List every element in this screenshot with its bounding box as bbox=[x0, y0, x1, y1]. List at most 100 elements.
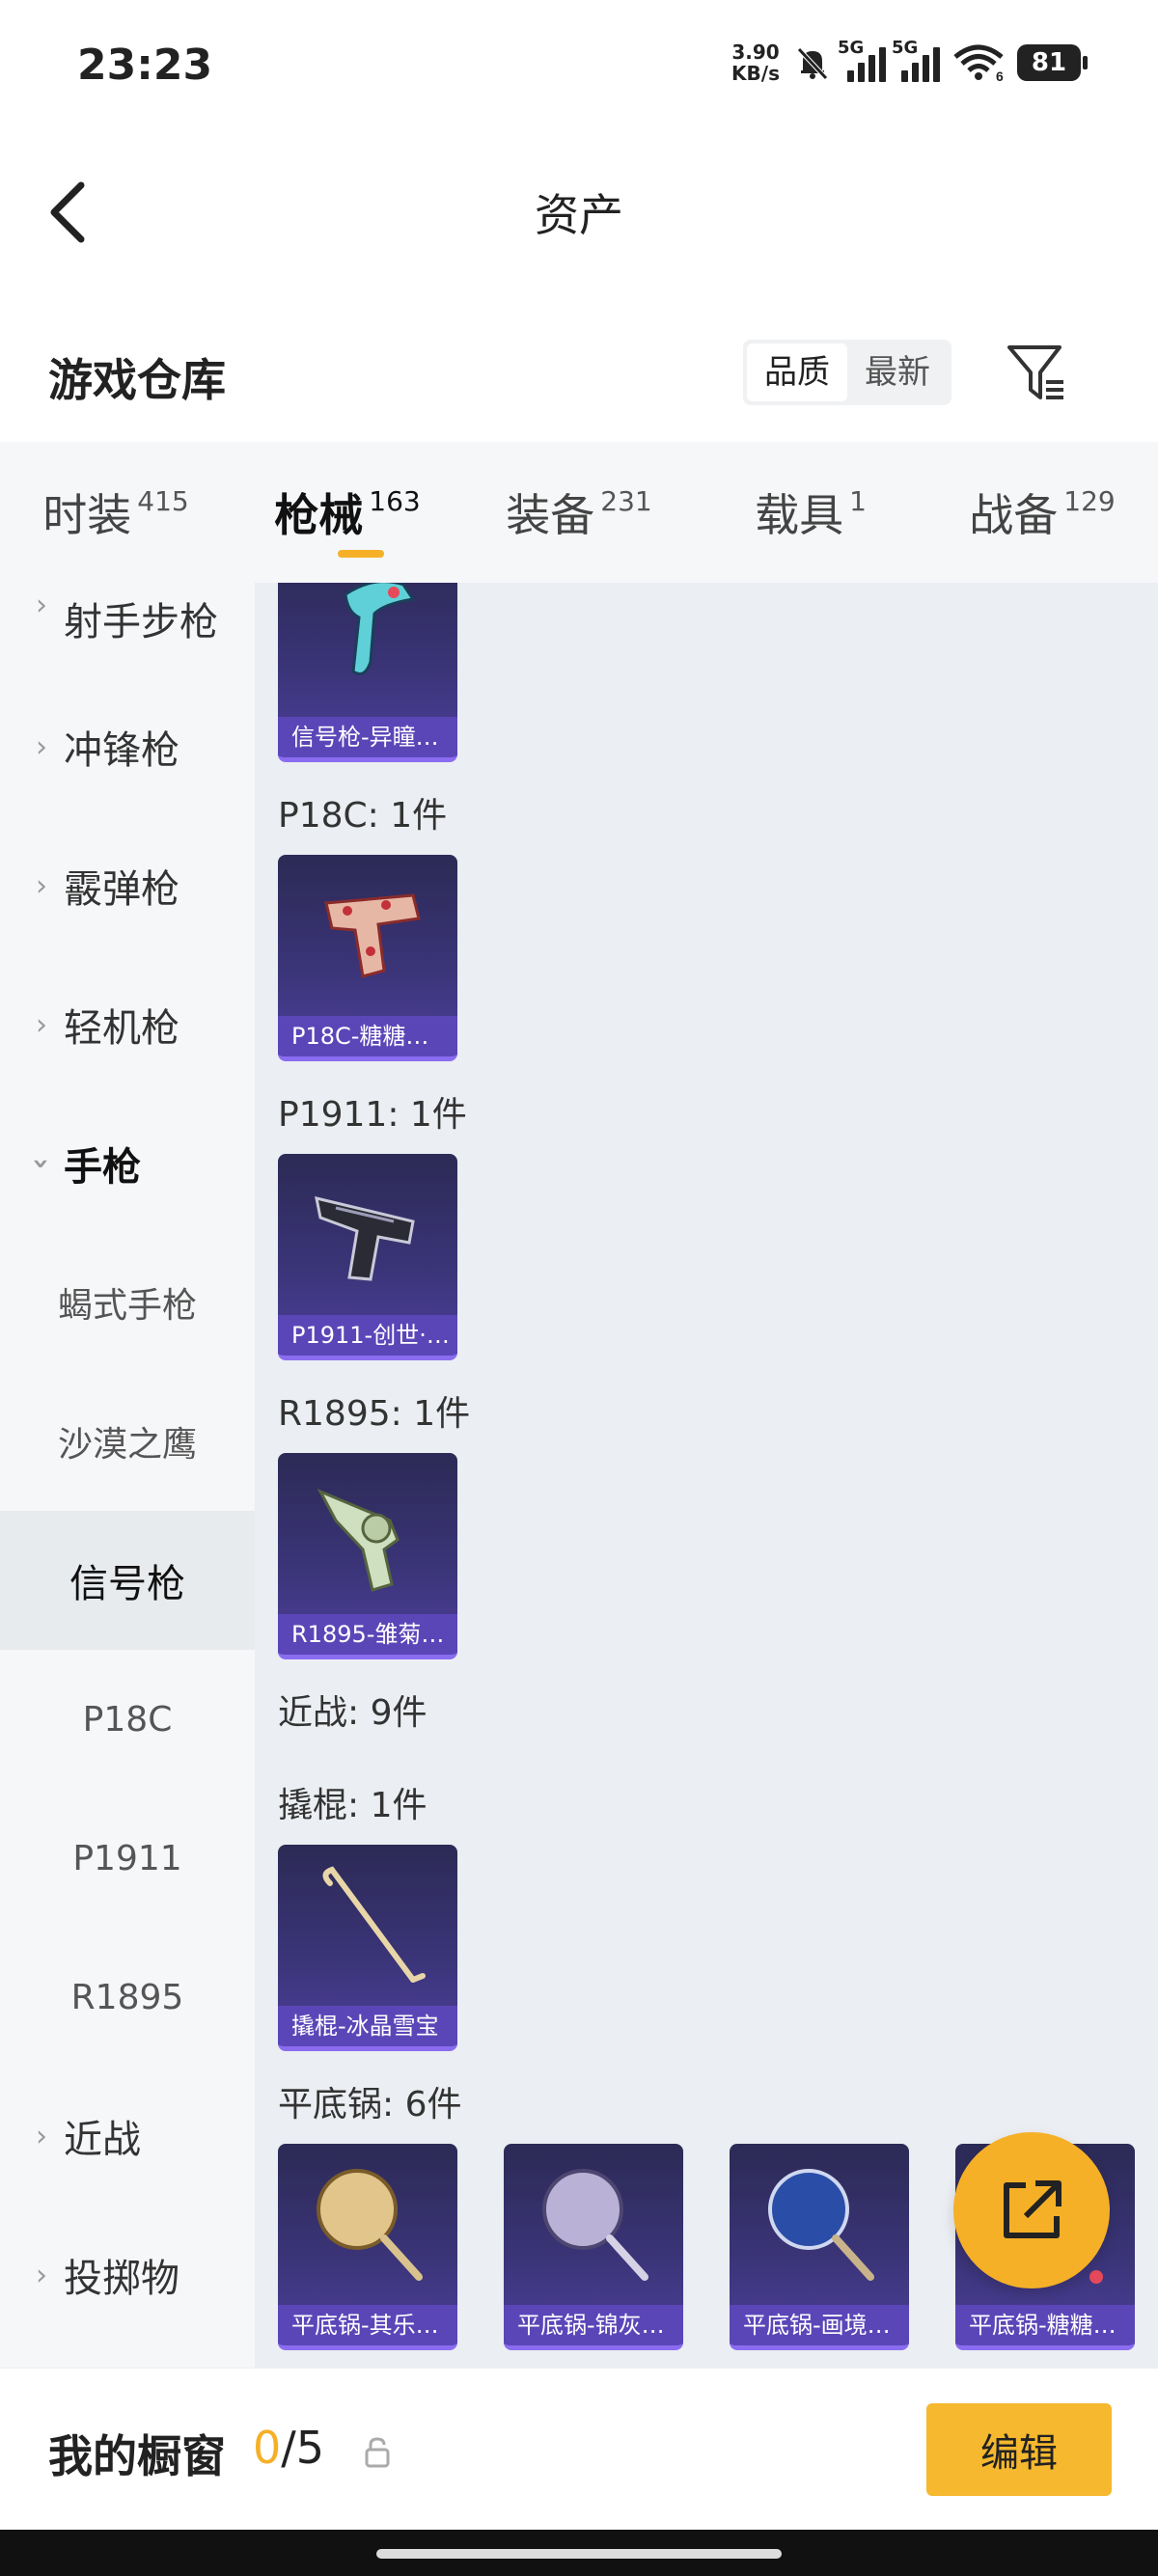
section-label-pan: 平底锅: 6件 bbox=[278, 2085, 462, 2124]
chevron-down-icon: › bbox=[24, 1157, 59, 1170]
sidebar-item-p18c[interactable]: P18C bbox=[0, 1650, 255, 1789]
item-card-name: 信号枪-异瞳… bbox=[278, 717, 457, 757]
tab-firearms[interactable]: 枪械 163 bbox=[232, 442, 463, 583]
frying-pan-icon bbox=[768, 2169, 874, 2281]
tab-fashion[interactable]: 时装 415 bbox=[0, 442, 232, 583]
item-card-name: 平底锅-锦灰… bbox=[504, 2305, 683, 2345]
sidebar-item-label: 霰弹枪 bbox=[64, 867, 179, 912]
frying-pan-icon bbox=[542, 2169, 648, 2281]
sidebar-item-r1895[interactable]: R1895 bbox=[0, 1928, 255, 2067]
sidebar-item-label: 射手步枪 bbox=[64, 600, 218, 644]
sidebar-item-desert-eagle[interactable]: 沙漠之鹰 bbox=[0, 1372, 255, 1511]
warehouse-title: 游戏仓库 bbox=[48, 354, 226, 406]
item-card-name: 平底锅-画境… bbox=[730, 2305, 909, 2345]
item-card[interactable]: R1895-雏菊… bbox=[278, 1453, 457, 1659]
chevron-right-icon: › bbox=[36, 729, 47, 764]
item-card[interactable]: 平底锅-画境… bbox=[730, 2144, 909, 2350]
sidebar-item-shotgun[interactable]: › 霰弹枪 bbox=[0, 816, 255, 955]
wifi-icon: 6 bbox=[953, 44, 1004, 82]
sidebar-item-label: R1895 bbox=[70, 1977, 184, 2017]
item-card[interactable]: 平底锅-锦灰… bbox=[504, 2144, 683, 2350]
item-card[interactable]: 信号枪-异瞳… bbox=[278, 583, 457, 762]
sidebar-item-label: 手枪 bbox=[64, 1145, 141, 1190]
chevron-right-icon: › bbox=[36, 2258, 47, 2292]
item-card-name: P18C-糖糖… bbox=[278, 1016, 457, 1056]
share-button[interactable] bbox=[953, 2132, 1110, 2288]
crowbar-icon bbox=[322, 1866, 426, 1983]
tab-count: 163 bbox=[369, 484, 421, 517]
sidebar-item-throwables[interactable]: › 投掷物 bbox=[0, 2206, 255, 2344]
tab-equipment[interactable]: 装备 231 bbox=[463, 442, 695, 583]
signal-1-tag: 5G bbox=[838, 38, 865, 58]
signal-1-icon: 5G bbox=[838, 38, 886, 82]
showcase-count: 0/5 bbox=[253, 2422, 324, 2474]
tab-count: 1 bbox=[849, 484, 867, 517]
status-time: 23:23 bbox=[77, 41, 213, 90]
header: 资产 bbox=[0, 140, 1158, 280]
sidebar-item-label: 信号枪 bbox=[69, 1562, 185, 1606]
showcase-total: /5 bbox=[281, 2422, 325, 2474]
mute-bell-icon bbox=[797, 47, 828, 80]
page-title: 资产 bbox=[535, 189, 623, 241]
section-label-melee: 近战: 9件 bbox=[278, 1693, 427, 1733]
item-card-name: 平底锅-其乐… bbox=[278, 2305, 457, 2345]
sidebar-item-label: P18C bbox=[82, 1699, 173, 1740]
revolver-icon bbox=[317, 1489, 400, 1592]
sidebar-item-label: 沙漠之鹰 bbox=[57, 1425, 197, 1465]
sidebar-item-marksman-rifle[interactable]: › 射手步枪 bbox=[0, 583, 255, 677]
item-card-name: R1895-雏菊… bbox=[278, 1614, 457, 1655]
sidebar-item-lmg[interactable]: › 轻机枪 bbox=[0, 955, 255, 1094]
sidebar-item-label: P1911 bbox=[72, 1838, 182, 1878]
sidebar-item-melee[interactable]: › 近战 bbox=[0, 2067, 255, 2206]
item-grid: 信号枪-异瞳… P18C: 1件 P18C-糖糖… P1911: 1件 P191… bbox=[255, 583, 1158, 2368]
sidebar-item-label: 蝎式手枪 bbox=[57, 1286, 197, 1326]
share-external-icon bbox=[1004, 2180, 1062, 2238]
pistol-icon bbox=[315, 1195, 415, 1281]
showcase-bar: 我的橱窗 0/5 编辑 bbox=[0, 2368, 1158, 2530]
flare-gun-icon bbox=[344, 583, 416, 675]
tab-count: 415 bbox=[137, 484, 189, 517]
chevron-right-icon: › bbox=[36, 2119, 47, 2153]
item-card-name: 撬棍-冰晶雪宝 bbox=[278, 2006, 457, 2046]
tab-label: 装备 bbox=[506, 489, 595, 541]
sidebar-item-skorpion[interactable]: 蝎式手枪 bbox=[0, 1233, 255, 1372]
item-card[interactable]: 平底锅-其乐… bbox=[278, 2144, 457, 2350]
sidebar-item-pistol[interactable]: › 手枪 bbox=[0, 1094, 255, 1233]
item-card-name: 平底锅-糖糖… bbox=[955, 2305, 1135, 2345]
network-speed-value: 3.90 bbox=[731, 41, 780, 64]
sidebar-item-label: 轻机枪 bbox=[64, 1006, 179, 1051]
section-label-r1895: R1895: 1件 bbox=[278, 1394, 471, 1434]
tab-label: 载具 bbox=[755, 489, 844, 541]
tab-vehicles[interactable]: 载具 1 bbox=[695, 442, 926, 583]
section-label-p1911: P1911: 1件 bbox=[278, 1095, 467, 1135]
tab-supplies[interactable]: 战备 129 bbox=[926, 442, 1158, 583]
showcase-current: 0 bbox=[253, 2422, 282, 2474]
edit-button[interactable]: 编辑 bbox=[926, 2403, 1112, 2496]
status-icons: 3.90 KB/s 5G 5G 6 81 bbox=[731, 38, 1088, 87]
tab-label: 时装 bbox=[42, 489, 132, 541]
sort-newest-button[interactable]: 最新 bbox=[847, 343, 948, 401]
pistol-icon bbox=[324, 893, 421, 978]
section-label-p18c: P18C: 1件 bbox=[278, 796, 448, 836]
sidebar-item-label: 投掷物 bbox=[64, 2257, 179, 2301]
sidebar-item-flare-gun[interactable]: 信号枪 bbox=[0, 1511, 255, 1650]
sidebar-item-p1911[interactable]: P1911 bbox=[0, 1789, 255, 1928]
network-speed-unit: KB/s bbox=[731, 62, 780, 85]
sidebar-item-smg[interactable]: › 冲锋枪 bbox=[0, 677, 255, 816]
item-card[interactable]: P1911-创世·… bbox=[278, 1154, 457, 1360]
chevron-right-icon: › bbox=[36, 1007, 47, 1042]
battery-indicator: 81 bbox=[1017, 44, 1088, 81]
chevron-right-icon: › bbox=[36, 868, 47, 903]
item-card[interactable]: P18C-糖糖… bbox=[278, 855, 457, 1061]
sort-quality-button[interactable]: 品质 bbox=[747, 343, 847, 401]
item-card[interactable]: 撬棍-冰晶雪宝 bbox=[278, 1845, 457, 2051]
system-nav-bar bbox=[0, 2530, 1158, 2576]
tab-label: 战备 bbox=[969, 489, 1059, 541]
home-indicator[interactable] bbox=[376, 2549, 782, 2559]
section-label-crowbar: 撬棍: 1件 bbox=[278, 1786, 427, 1825]
sidebar-item-label: 近战 bbox=[64, 2118, 141, 2162]
status-bar: 23:23 3.90 KB/s 5G 5G 6 81 bbox=[0, 0, 1158, 140]
sort-toggle: 品质 最新 bbox=[743, 340, 951, 405]
filter-button[interactable] bbox=[1004, 340, 1071, 407]
showcase-label: 我的橱窗 bbox=[48, 2430, 226, 2482]
